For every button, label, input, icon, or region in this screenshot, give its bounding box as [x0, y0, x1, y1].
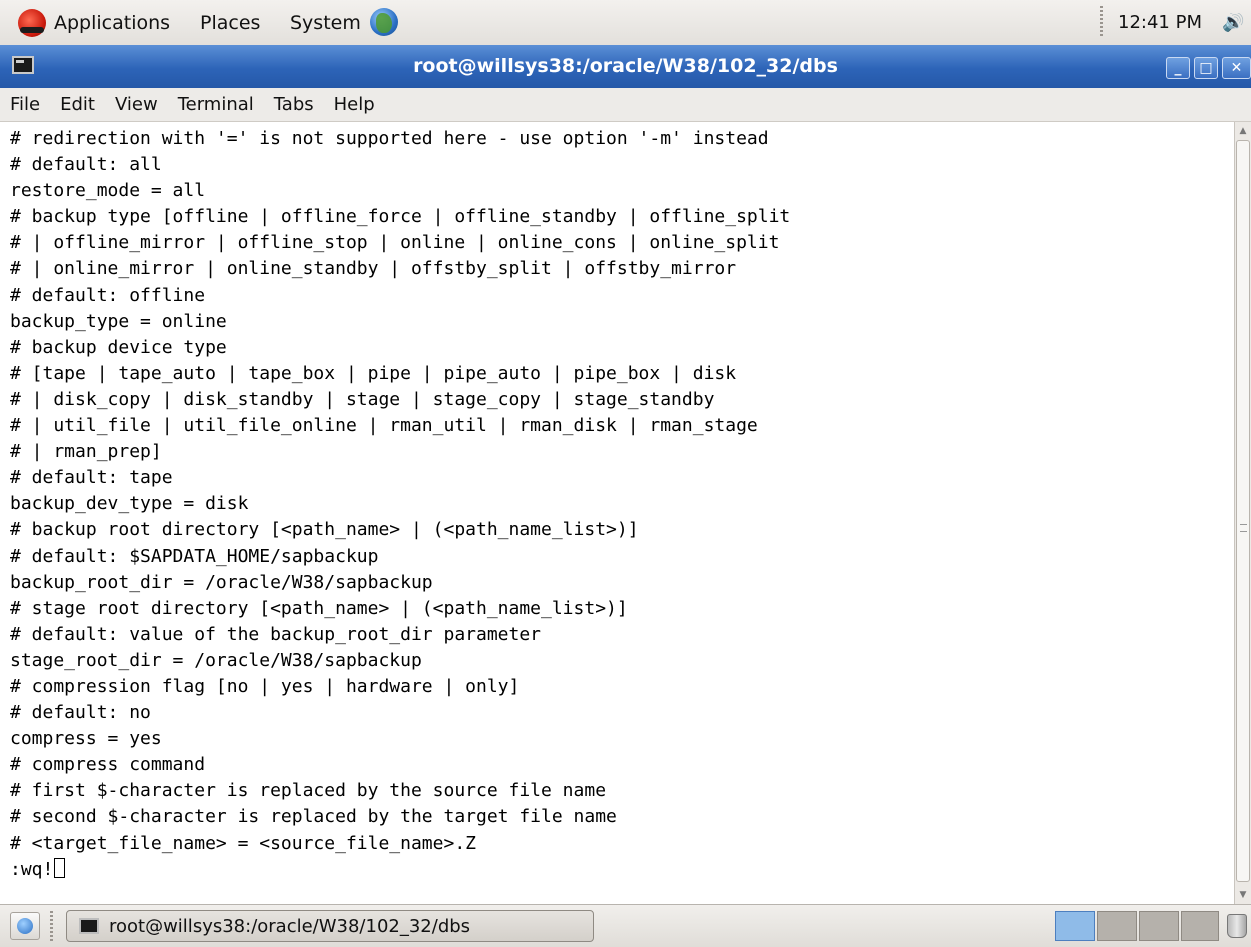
terminal-area[interactable]: # redirection with '=' is not supported … [0, 122, 1234, 904]
workspace-2[interactable] [1097, 911, 1137, 941]
terminal-line: # backup root directory [<path_name> | (… [10, 519, 639, 541]
terminal-line: # default: all [10, 154, 162, 176]
terminal-line: stage_root_dir = /oracle/W38/sapbackup [10, 649, 422, 671]
applications-menu-label: Applications [54, 11, 171, 34]
terminal-icon [79, 918, 99, 934]
terminal-line: # [tape | tape_auto | tape_box | pipe | … [10, 362, 737, 384]
terminal-line: # default: value of the backup_root_dir … [10, 623, 542, 645]
terminal-line: backup_type = online [10, 310, 227, 332]
web-browser-launcher-icon[interactable] [370, 8, 398, 36]
minimize-button[interactable]: _ [1166, 57, 1190, 79]
volume-icon[interactable]: 🔊 [1222, 13, 1251, 33]
close-button[interactable]: ✕ [1222, 57, 1251, 79]
workspace-4[interactable] [1181, 911, 1219, 941]
window-title: root@willsys38:/oracle/W38/102_32/dbs [413, 55, 838, 77]
menu-view[interactable]: View [105, 88, 168, 121]
terminal-line: # compression flag [no | yes | hardware … [10, 675, 520, 697]
top-panel: Applications Places System 12:41 PM 🔊 [0, 0, 1251, 46]
scroll-down-arrow-icon[interactable]: ▼ [1237, 888, 1249, 902]
menu-edit[interactable]: Edit [50, 88, 105, 121]
panel-separator [50, 911, 53, 941]
terminal-line: # backup type [offline | offline_force |… [10, 206, 791, 228]
terminal-line: # default: $SAPDATA_HOME/sapbackup [10, 545, 379, 567]
terminal-line: # backup device type [10, 336, 227, 358]
vim-command: :wq! [10, 858, 54, 880]
window-titlebar[interactable]: root@willsys38:/oracle/W38/102_32/dbs _ … [0, 45, 1251, 88]
clock[interactable]: 12:41 PM [1118, 0, 1202, 45]
workspace-1[interactable] [1055, 911, 1095, 941]
text-cursor [54, 857, 66, 878]
terminal-line: # <target_file_name> = <source_file_name… [10, 832, 476, 854]
terminal-line: # compress command [10, 754, 206, 776]
menu-terminal[interactable]: Terminal [168, 88, 264, 121]
panel-separator [1100, 6, 1103, 38]
terminal-line: # second $-character is replaced by the … [10, 806, 617, 828]
taskbar-window-label: root@willsys38:/oracle/W38/102_32/dbs [109, 915, 471, 937]
terminal-line: backup_root_dir = /oracle/W38/sapbackup [10, 571, 433, 593]
taskbar-window-button[interactable]: root@willsys38:/oracle/W38/102_32/dbs [66, 910, 594, 942]
scroll-up-arrow-icon[interactable]: ▲ [1237, 124, 1249, 138]
terminal-line: # | offline_mirror | offline_stop | onli… [10, 232, 780, 254]
menu-file[interactable]: File [0, 88, 50, 121]
terminal-line: compress = yes [10, 728, 162, 750]
workspace-3[interactable] [1139, 911, 1179, 941]
terminal-line: # | online_mirror | online_standby | off… [10, 258, 737, 280]
show-desktop-button[interactable] [10, 912, 40, 940]
terminal-line: # | disk_copy | disk_standby | stage | s… [10, 388, 715, 410]
terminal-line: # default: offline [10, 284, 206, 306]
terminal-line: backup_dev_type = disk [10, 493, 249, 515]
terminal-prompt-line[interactable]: :wq! [10, 857, 790, 883]
menu-help[interactable]: Help [324, 88, 385, 121]
terminal-line: # default: no [10, 702, 151, 724]
applications-menu[interactable]: Applications [12, 0, 176, 45]
trash-icon[interactable] [1227, 914, 1247, 938]
scrollbar-thumb[interactable] [1236, 140, 1250, 882]
terminal-line: # default: tape [10, 467, 173, 489]
bottom-panel: root@willsys38:/oracle/W38/102_32/dbs [0, 904, 1251, 947]
terminal-line: # | util_file | util_file_online | rman_… [10, 415, 758, 437]
terminal-lines: # redirection with '=' is not supported … [10, 126, 790, 883]
places-menu-label: Places [200, 11, 261, 34]
maximize-button[interactable]: □ [1194, 57, 1218, 79]
scrollbar-grip-icon [1240, 524, 1247, 532]
terminal-line: restore_mode = all [10, 180, 206, 202]
terminal-line: # | rman_prep] [10, 441, 162, 463]
terminal-line: # first $-character is replaced by the s… [10, 780, 607, 802]
terminal-line: # stage root directory [<path_name> | (<… [10, 597, 628, 619]
vertical-scrollbar[interactable]: ▲ ▼ [1234, 122, 1251, 904]
places-menu[interactable]: Places [194, 0, 266, 45]
terminal-line: # redirection with '=' is not supported … [10, 128, 769, 149]
redhat-logo-icon [18, 8, 46, 37]
menu-tabs[interactable]: Tabs [264, 88, 324, 121]
system-menu-label: System [290, 11, 361, 34]
system-menu[interactable]: System [284, 0, 367, 45]
menubar: File Edit View Terminal Tabs Help [0, 88, 1251, 122]
